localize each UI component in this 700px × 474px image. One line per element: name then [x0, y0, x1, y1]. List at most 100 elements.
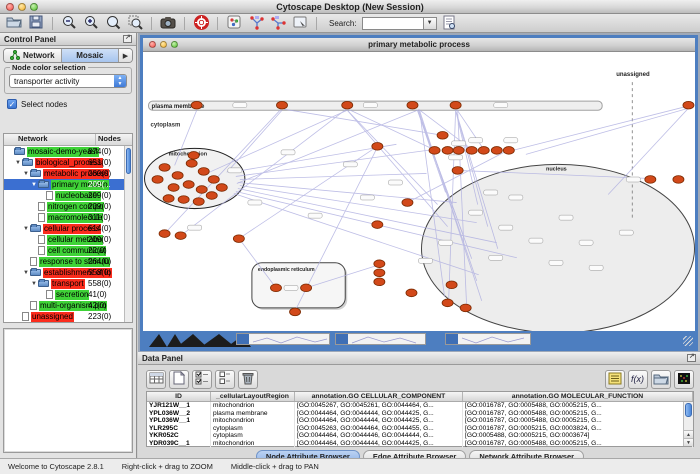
minimized-network-1[interactable]	[236, 333, 330, 345]
expand-arrow-icon[interactable]: ▼	[30, 281, 38, 287]
network-node[interactable]	[178, 196, 189, 204]
birds-eye-view[interactable]	[3, 328, 133, 453]
snapshot-camera-button[interactable]	[158, 15, 178, 32]
tree-col-network[interactable]: Network	[4, 134, 96, 145]
network-node[interactable]	[491, 147, 502, 155]
network-node[interactable]	[208, 176, 219, 184]
column-header-1[interactable]: _cellularLayoutRegion	[211, 392, 295, 401]
column-header-0[interactable]: ID	[147, 392, 211, 401]
tree-item-biological-process[interactable]: ▼biological_process651(0)	[4, 157, 124, 168]
network-node[interactable]	[183, 181, 194, 189]
network-node[interactable]	[673, 176, 684, 184]
layout-b-button[interactable]	[268, 15, 288, 32]
network-node[interactable]	[270, 284, 281, 292]
select-nodes-checkbox[interactable]: ✓	[7, 99, 17, 109]
search-input[interactable]	[362, 17, 424, 30]
network-node[interactable]	[429, 147, 440, 155]
network-node[interactable]	[645, 176, 656, 184]
new-attribute-button[interactable]	[169, 370, 189, 389]
network-node[interactable]	[407, 101, 418, 109]
network-node[interactable]	[191, 101, 202, 109]
tab-overflow-arrow[interactable]: ▶	[119, 49, 132, 62]
zoom-out-button[interactable]	[59, 15, 79, 32]
tree-item-cell-communicat[interactable]: cell communicat22(0)	[4, 245, 124, 256]
network-node[interactable]	[372, 221, 383, 229]
attribute-matrix-button[interactable]	[674, 370, 694, 389]
network-node[interactable]	[186, 160, 197, 168]
network-node[interactable]	[452, 167, 463, 175]
network-node[interactable]	[163, 195, 174, 203]
network-node[interactable]	[402, 199, 413, 207]
network-node[interactable]	[478, 147, 489, 155]
network-node[interactable]	[442, 299, 453, 307]
network-node[interactable]	[503, 147, 514, 155]
column-header-2[interactable]: annotation.GO CELLULAR_COMPONENT	[295, 392, 463, 401]
network-node[interactable]	[442, 147, 453, 155]
zoom-fit-button[interactable]	[103, 15, 123, 32]
tree-item-response-to-stimulu[interactable]: response to stimulu264(0)	[4, 256, 124, 267]
network-node[interactable]	[374, 278, 385, 286]
tree-item-nitrogen-compo[interactable]: nitrogen compo209(0)	[4, 201, 124, 212]
tree-scrollbar-thumb[interactable]	[126, 148, 131, 174]
network-node[interactable]	[374, 269, 385, 277]
zoom-selected-button[interactable]	[125, 15, 145, 32]
network-node[interactable]	[233, 235, 244, 243]
network-node[interactable]	[437, 131, 448, 139]
tab-mosaic[interactable]: Mosaic	[62, 49, 120, 62]
table-scrollbar[interactable]: ▲ ▼	[683, 402, 693, 446]
tree-item-unassigned[interactable]: unassigned223(0)	[4, 311, 124, 322]
column-header-3[interactable]: annotation.GO MOLECULAR_FUNCTION	[463, 392, 693, 401]
network-node[interactable]	[301, 284, 312, 292]
tree-item-metabolic-process[interactable]: ▼metabolic process280(0)	[4, 168, 124, 179]
tree-item-transport[interactable]: ▼transport558(0)	[4, 278, 124, 289]
tree-item-multi-organism-pro[interactable]: multi-organism pro42(0)	[4, 300, 124, 311]
tree-item-primary-metabo[interactable]: ▼primary metabo209(...	[4, 179, 124, 190]
scroll-up-button[interactable]: ▲	[684, 430, 693, 438]
network-node[interactable]	[683, 101, 694, 109]
network-node[interactable]	[152, 176, 163, 184]
network-node[interactable]	[374, 260, 385, 268]
tree-item-mosaic-demo-yeast[interactable]: mosaic-demo-yeast874(0)	[4, 146, 124, 157]
expand-arrow-icon[interactable]: ▼	[14, 160, 22, 166]
table-row[interactable]: YPL036W__1mitochondrion[GO:0044464, GO:0…	[147, 417, 693, 425]
tree-scrollbar[interactable]	[124, 146, 132, 322]
scroll-down-button[interactable]: ▼	[684, 438, 693, 446]
network-node[interactable]	[372, 143, 383, 151]
zoom-in-button[interactable]	[81, 15, 101, 32]
tree-item-macromolecule[interactable]: macromolecule311(0)	[4, 212, 124, 223]
expand-arrow-icon[interactable]: ▼	[22, 171, 30, 177]
network-node[interactable]	[193, 198, 204, 206]
table-row[interactable]: YDR039C__1mitochondrion[GO:0044464, GO:0…	[147, 440, 693, 448]
network-node[interactable]	[196, 186, 207, 194]
network-node[interactable]	[460, 304, 471, 312]
network-node[interactable]	[466, 147, 477, 155]
network-node[interactable]	[406, 289, 417, 297]
vizmapper-button[interactable]	[224, 15, 244, 32]
label-list-button[interactable]	[605, 370, 625, 389]
tree-item-cellular-metabo[interactable]: cellular metabo209(0)	[4, 234, 124, 245]
network-node[interactable]	[450, 101, 461, 109]
table-scrollbar-thumb[interactable]	[685, 403, 692, 417]
tree-col-nodes[interactable]: Nodes	[96, 134, 132, 145]
save-button[interactable]	[26, 15, 46, 32]
delete-attribute-button[interactable]	[238, 370, 258, 389]
expand-arrow-icon[interactable]: ▼	[30, 182, 38, 188]
node-color-dropdown[interactable]: transporter activity ▲▼	[9, 74, 127, 88]
minimized-network-3[interactable]	[445, 333, 531, 345]
select-attributes-button[interactable]	[192, 370, 212, 389]
network-node[interactable]	[172, 172, 183, 180]
network-node[interactable]	[159, 230, 170, 238]
network-node[interactable]	[276, 101, 287, 109]
network-node[interactable]	[168, 184, 179, 192]
network-window-titlebar[interactable]: primary metabolic process	[143, 38, 695, 52]
table-row[interactable]: YPL036W__2plasma membrane[GO:0044464, GO…	[147, 410, 693, 418]
search-dropdown-button[interactable]: ▼	[424, 17, 437, 30]
tree-item-overview[interactable]: Overview8(0)	[4, 322, 124, 323]
network-node[interactable]	[453, 147, 464, 155]
network-node[interactable]	[206, 192, 217, 200]
table-row[interactable]: YLR295Ccytoplasm[GO:0045263, GO:0044464,…	[147, 425, 693, 433]
minimized-network-2[interactable]	[335, 333, 426, 345]
network-node[interactable]	[290, 308, 301, 316]
tree-item-nucleobase-[interactable]: nucleobase-209(0)	[4, 190, 124, 201]
expand-arrow-icon[interactable]: ▼	[22, 270, 30, 276]
